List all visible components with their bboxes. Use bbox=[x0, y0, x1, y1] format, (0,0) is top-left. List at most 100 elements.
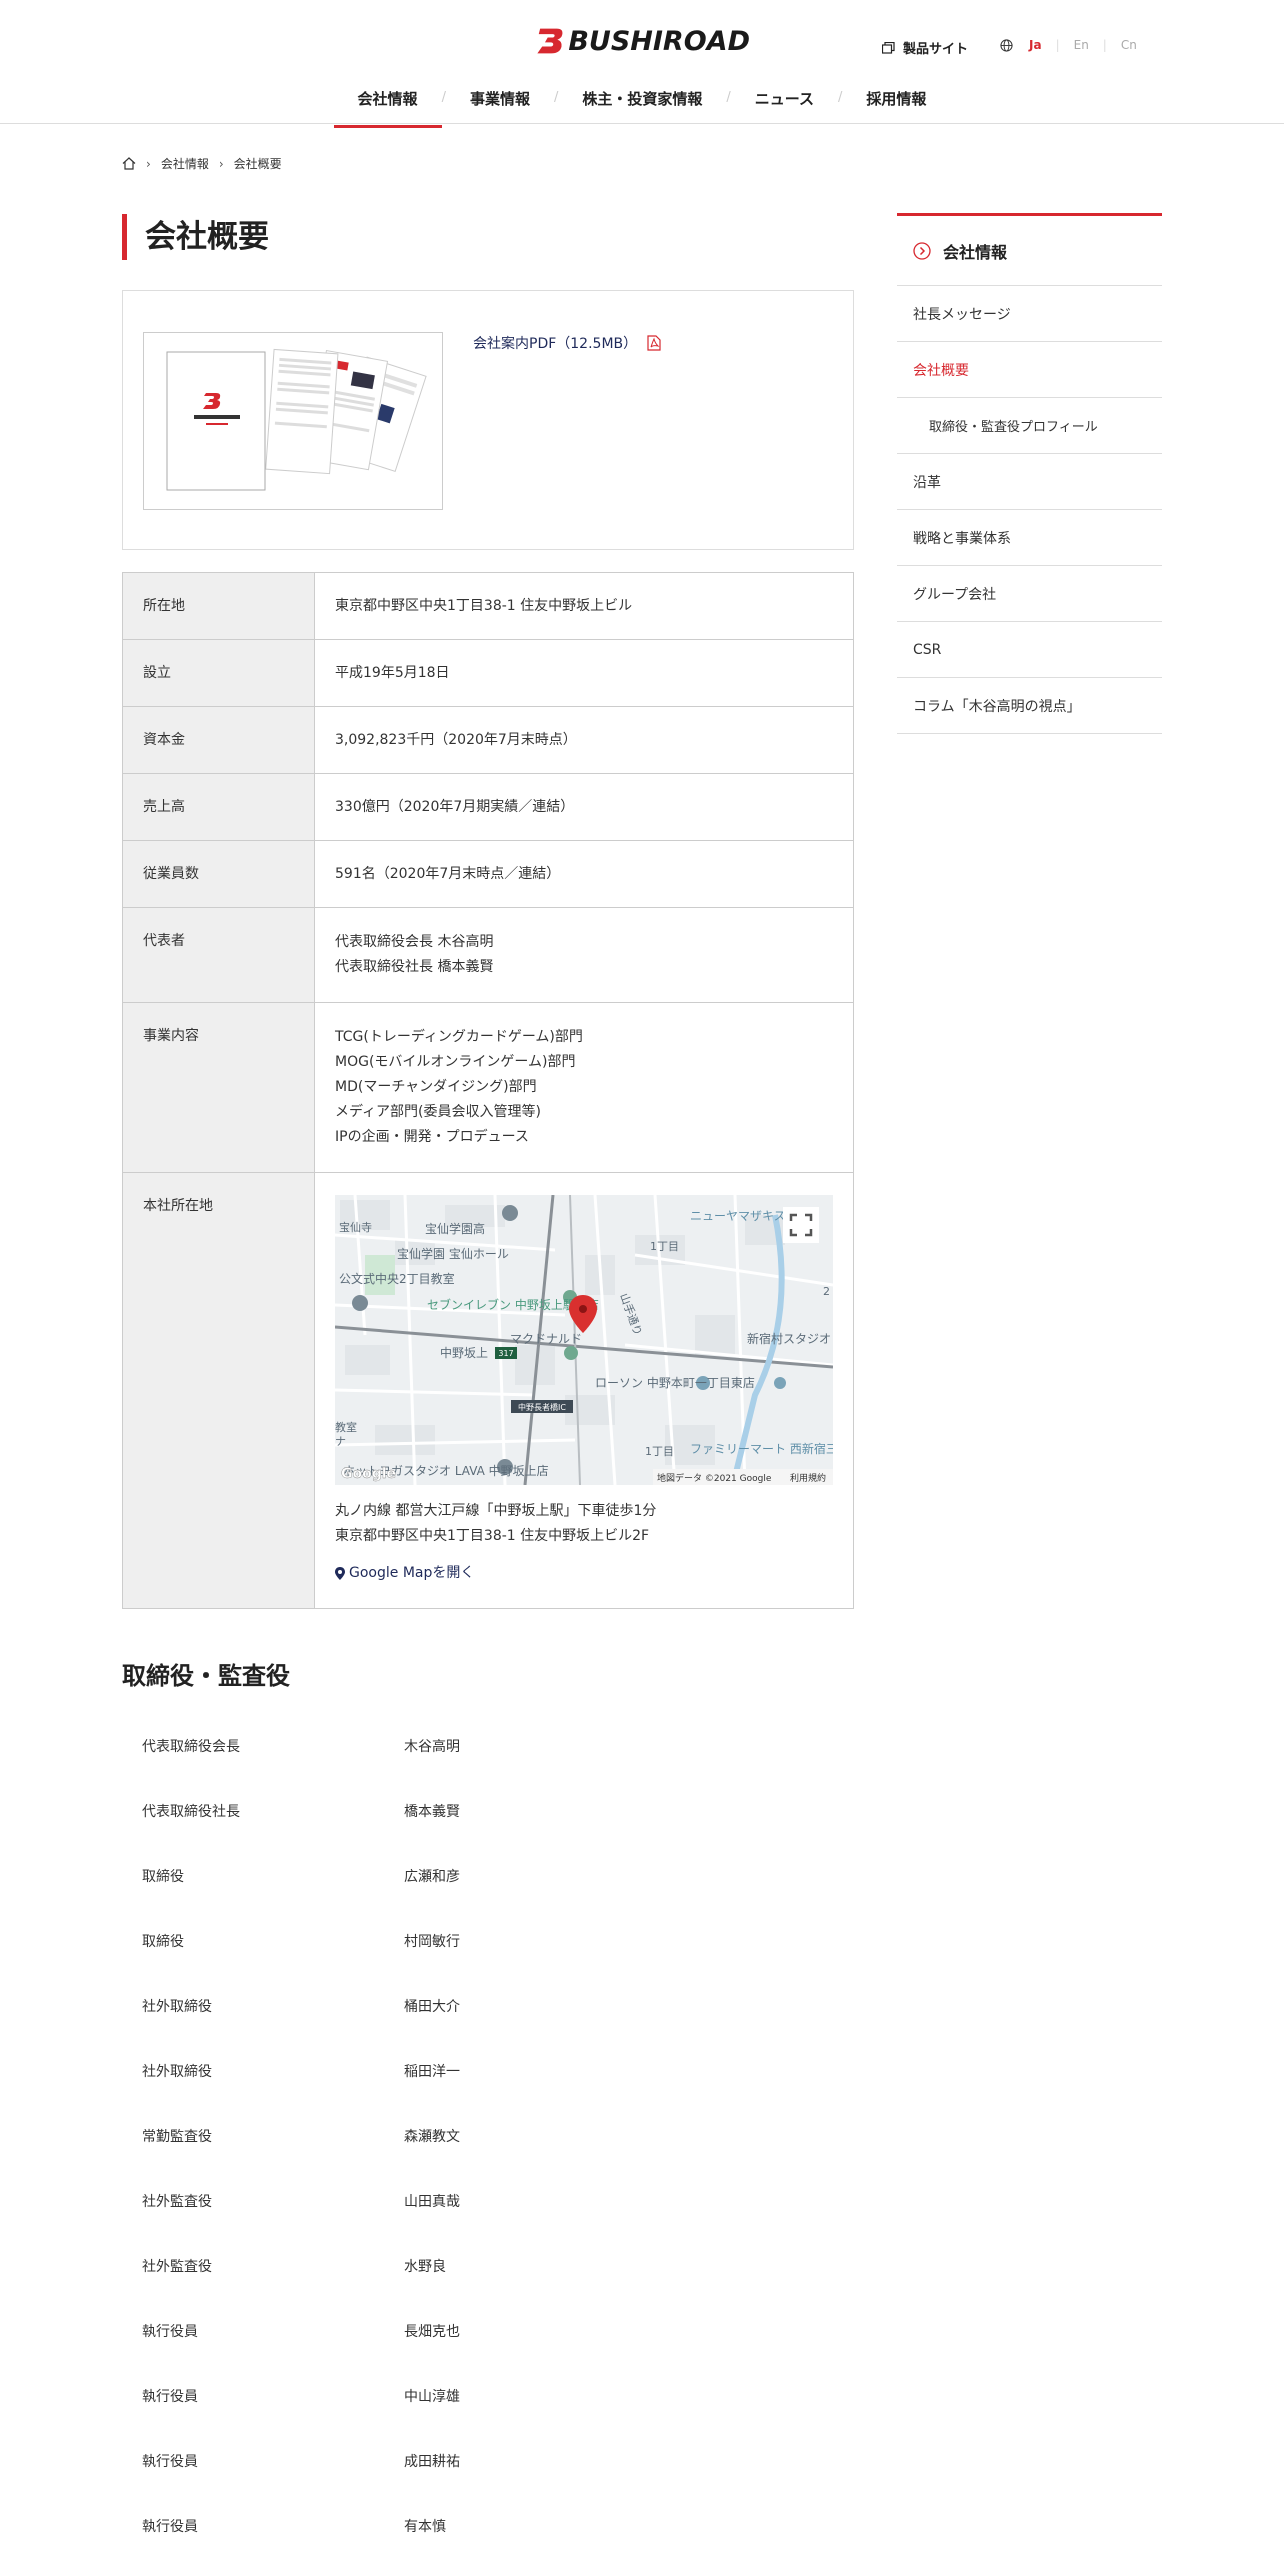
map-canvas: 317 中野長者橋IC 宝仙学園高 宝仙学園 宝仙ホール 公文式中央2丁目教室 … bbox=[335, 1195, 833, 1485]
lang-en[interactable]: En bbox=[1060, 38, 1103, 52]
sidebar-heading[interactable]: 会社情報 bbox=[897, 216, 1162, 286]
officer-row: 取締役 広瀬和彦 bbox=[142, 1866, 842, 1931]
officer-role: 取締役 bbox=[142, 1869, 184, 1885]
officer-row: 執行役員 長畑克也 bbox=[142, 2321, 842, 2386]
map-label-edge1: 教室 bbox=[335, 1420, 357, 1434]
nav-news[interactable]: ニュース bbox=[731, 82, 838, 127]
map-copyright: 地図データ ©2021 Google bbox=[657, 1472, 772, 1484]
info-row: 所在地 東京都中野区中央1丁目38-1 住友中野坂上ビル bbox=[123, 573, 853, 640]
breadcrumb: › 会社情報 › 会社概要 bbox=[122, 155, 282, 172]
map-label-place11: 宝仙寺 bbox=[339, 1220, 372, 1234]
sidebar-item[interactable]: グループ会社 bbox=[897, 566, 1162, 622]
officer-role: 社外取締役 bbox=[142, 1999, 212, 2015]
company-pdf-link[interactable]: 会社案内PDF（12.5MB） bbox=[473, 333, 661, 353]
officer-name: 中山淳雄 bbox=[404, 2389, 460, 2405]
officer-name: 森瀬教文 bbox=[404, 2129, 460, 2145]
officer-role: 執行役員 bbox=[142, 2324, 198, 2340]
product-site-label: 製品サイト bbox=[903, 42, 969, 57]
info-row: 従業員数 591名（2020年7月末時点／連結） bbox=[123, 841, 853, 908]
global-nav: 会社情報 / 事業情報 / 株主・投資家情報 / ニュース / 採用情報 bbox=[0, 82, 1284, 128]
sidebar-heading-label: 会社情報 bbox=[943, 242, 1008, 262]
officer-role: 代表取締役社長 bbox=[142, 1804, 240, 1820]
info-row: 設立 平成19年5月18日 bbox=[123, 640, 853, 707]
info-label: 代表者 bbox=[123, 908, 315, 1002]
info-value-line: MOG(モバイルオンラインゲーム)部門 bbox=[335, 1054, 576, 1070]
language-switcher: Ja | En | Cn bbox=[1000, 38, 1151, 52]
sidebar-item[interactable]: 取締役・監査役プロフィール bbox=[897, 398, 1162, 454]
logo-text: BUSHIROAD bbox=[568, 25, 750, 57]
brochure-preview-image bbox=[166, 348, 427, 491]
officer-role: 執行役員 bbox=[142, 2389, 198, 2405]
info-label: 資本金 bbox=[123, 707, 315, 773]
sidebar-item[interactable]: 社長メッセージ bbox=[897, 286, 1162, 342]
officer-name: 稲田洋一 bbox=[404, 2064, 460, 2080]
pdf-box: 会社案内PDF（12.5MB） bbox=[122, 290, 854, 550]
sidebar-item[interactable]: 沿革 bbox=[897, 454, 1162, 510]
map-label-block1: 1丁目 bbox=[650, 1240, 679, 1253]
info-value-line: TCG(トレーディングカードゲーム)部門 bbox=[335, 1029, 583, 1045]
officer-row: 執行役員 中山淳雄 bbox=[142, 2386, 842, 2451]
hq-address: 東京都中野区中央1丁目38-1 住友中野坂上ビル2F bbox=[335, 1528, 650, 1544]
chevron-circle-right-icon bbox=[913, 241, 931, 260]
info-value: 591名（2020年7月末時点／連結） bbox=[315, 841, 853, 907]
officer-role: 社外監査役 bbox=[142, 2194, 212, 2210]
map-label-station: 中野坂上 bbox=[440, 1345, 488, 1360]
info-row: 事業内容 TCG(トレーディングカードゲーム)部門 MOG(モバイルオンラインゲーム… bbox=[123, 1003, 853, 1173]
officer-role: 執行役員 bbox=[142, 2519, 198, 2535]
sidebar: 会社情報 社長メッセージ 会社概要 取締役・監査役プロフィール 沿革 戦略と事業体系 グル… bbox=[897, 213, 1162, 734]
open-google-map-link[interactable]: Google Mapを開く bbox=[335, 1561, 833, 1586]
nav-company[interactable]: 会社情報 bbox=[333, 82, 442, 128]
info-label: 事業内容 bbox=[123, 1003, 315, 1172]
map-label-route: 317 bbox=[498, 1349, 513, 1358]
officer-row: 代表取締役社長 橋本義賢 bbox=[142, 1801, 842, 1866]
info-value-line: MD(マーチャンダイジング)部門 bbox=[335, 1079, 537, 1095]
bushiroad-logo[interactable]: BUSHIROAD bbox=[536, 18, 750, 64]
info-value-line: 東京都中野区中央1丁目38-1 住友中野坂上ビル bbox=[335, 598, 633, 614]
nav-business[interactable]: 事業情報 bbox=[446, 82, 554, 127]
open-google-map-label: Google Mapを開く bbox=[349, 1565, 475, 1581]
map-label-place6: ローソン 中野本町一丁目東店 bbox=[595, 1375, 755, 1390]
info-label: 設立 bbox=[123, 640, 315, 706]
home-icon[interactable] bbox=[122, 157, 136, 170]
breadcrumb-company[interactable]: 会社情報 bbox=[161, 155, 209, 172]
info-value-line: 代表取締役社長 橋本義賢 bbox=[335, 959, 494, 975]
map-terms-link[interactable]: 利用規約 bbox=[790, 1472, 826, 1484]
map-label-place5: マクドナルド bbox=[510, 1332, 582, 1346]
officer-name: 成田耕祐 bbox=[404, 2454, 460, 2470]
fullscreen-icon[interactable] bbox=[783, 1207, 819, 1243]
map-google-logo: Google bbox=[341, 1466, 396, 1482]
map-label-place3: 公文式中央2丁目教室 bbox=[339, 1271, 455, 1286]
chevron-right-icon: › bbox=[218, 156, 224, 171]
info-label: 本社所在地 bbox=[123, 1173, 315, 1608]
brochure-thumbnail[interactable] bbox=[143, 332, 443, 510]
sidebar-item[interactable]: 会社概要 bbox=[897, 342, 1162, 398]
officer-name: 長畑克也 bbox=[404, 2324, 460, 2340]
nav-recruit[interactable]: 採用情報 bbox=[842, 82, 950, 127]
sidebar-item[interactable]: 戦略と事業体系 bbox=[897, 510, 1162, 566]
site-header: BUSHIROAD 製品サイト Ja | En | Cn 会社情報 / 事業情報… bbox=[0, 0, 1284, 128]
company-info-table: 所在地 東京都中野区中央1丁目38-1 住友中野坂上ビル 設立 平成19年5月18日資… bbox=[122, 572, 854, 1609]
google-map[interactable]: 317 中野長者橋IC 宝仙学園高 宝仙学園 宝仙ホール 公文式中央2丁目教室 … bbox=[335, 1195, 833, 1485]
pdf-icon bbox=[647, 335, 661, 351]
officer-row: 執行役員 成田耕祐 bbox=[142, 2451, 842, 2516]
lang-cn[interactable]: Cn bbox=[1107, 38, 1151, 52]
sidebar-item[interactable]: CSR bbox=[897, 622, 1162, 678]
product-site-link[interactable]: 製品サイト bbox=[882, 38, 968, 57]
hq-access: 丸ノ内線 都営大江戸線「中野坂上駅」下車徒歩1分 bbox=[335, 1503, 657, 1519]
officer-row: 社外監査役 山田真哉 bbox=[142, 2191, 842, 2256]
info-value-line: 330億円（2020年7月期実績／連結） bbox=[335, 799, 575, 815]
lang-ja[interactable]: Ja bbox=[1029, 38, 1056, 52]
map-label-place2: 宝仙学園 宝仙ホール bbox=[397, 1246, 509, 1261]
info-row: 代表者 代表取締役会長 木谷高明 代表取締役社長 橋本義賢 bbox=[123, 908, 853, 1003]
info-value-line: 591名（2020年7月末時点／連結） bbox=[335, 866, 561, 882]
officer-role: 社外監査役 bbox=[142, 2259, 212, 2275]
nav-investors[interactable]: 株主・投資家情報 bbox=[558, 82, 726, 127]
chevron-right-icon: › bbox=[146, 156, 151, 171]
info-label: 売上高 bbox=[123, 774, 315, 840]
officer-row: 常勤監査役 森瀬教文 bbox=[142, 2126, 842, 2191]
breadcrumb-current: 会社概要 bbox=[233, 157, 282, 171]
info-value: 平成19年5月18日 bbox=[315, 640, 853, 706]
officer-row: 取締役 村岡敏行 bbox=[142, 1931, 842, 1996]
officer-name: 桶田大介 bbox=[404, 1999, 460, 2015]
sidebar-item[interactable]: コラム「木谷高明の視点」 bbox=[897, 678, 1162, 734]
